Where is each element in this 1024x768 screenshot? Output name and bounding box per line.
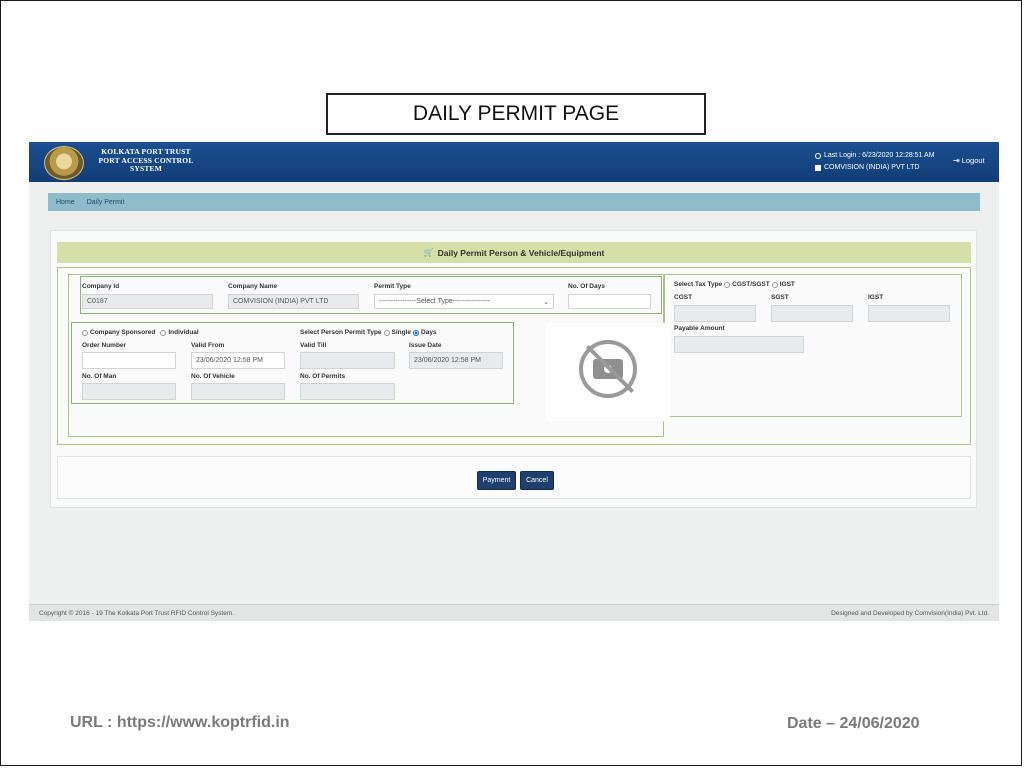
last-login-row: Last Login : 6/23/2020 12:28:51 AM — [815, 150, 935, 162]
igst-option-label: IGST — [779, 281, 795, 288]
cgst-label: CGST — [674, 294, 693, 301]
person-permit-type-label: Select Person Permit Type — [300, 329, 382, 336]
permit-type-select[interactable]: ----------------Select Type-------------… — [374, 294, 554, 309]
days-radio[interactable] — [413, 329, 420, 336]
logout-link[interactable]: ⇥ Logout — [953, 156, 985, 165]
no-of-vehicle-label: No. Of Vehicle — [191, 373, 235, 380]
payable-amount-label: Payable Amount — [674, 325, 725, 332]
igst-radio[interactable] — [771, 281, 778, 288]
tax-type-label: Select Tax Type — [674, 281, 723, 288]
igst-label: IGST — [868, 294, 884, 301]
logout-label: Logout — [961, 156, 985, 165]
no-of-days-field[interactable] — [568, 294, 651, 309]
panel-title: Daily Permit Person & Vehicle/Equipment — [437, 247, 605, 258]
no-of-permits-field[interactable] — [300, 383, 395, 400]
slide-date: Date – 24/06/2020 — [787, 715, 920, 732]
chevron-down-icon: ⌄ — [543, 298, 549, 306]
footer-copyright: Copyright © 2016 - 19 The Kolkata Port T… — [39, 609, 235, 617]
company-text: COMVISION (INDIA) PVT LTD — [824, 164, 920, 171]
no-of-man-field[interactable] — [82, 383, 176, 400]
person-permit-type-group: Select Person Permit Type Single Days — [300, 329, 437, 336]
building-icon — [815, 165, 821, 171]
clock-icon — [815, 153, 821, 159]
cgst-sgst-radio[interactable] — [724, 281, 731, 288]
no-of-vehicle-field[interactable] — [191, 383, 285, 400]
app-footer: Copyright © 2016 - 19 The Kolkata Port T… — [29, 604, 999, 621]
app-screenshot: KOLKATA PORT TRUST PORT ACCESS CONTROL S… — [29, 142, 999, 621]
no-of-permits-label: No. Of Permits — [300, 373, 346, 380]
single-label: Single — [391, 329, 412, 336]
slide-url: URL : https://www.koptrfid.in — [70, 714, 290, 731]
permit-type-value: ----------------Select Type-------------… — [379, 298, 491, 305]
cgst-field[interactable] — [674, 305, 756, 322]
tax-type-group: Select Tax Type CGST/SGST IGST — [674, 281, 795, 288]
payment-button[interactable]: Payment — [477, 471, 516, 490]
individual-radio[interactable] — [160, 329, 167, 336]
footer-credit: Designed and Developed by Comvision(Indi… — [831, 609, 989, 617]
port-trust-logo-icon — [44, 146, 84, 180]
days-label: Days — [421, 329, 437, 336]
breadcrumb: Home Daily Permit — [48, 193, 980, 211]
single-radio[interactable] — [383, 329, 390, 336]
igst-field[interactable] — [868, 305, 950, 322]
company-name-field[interactable]: COMVISION (INDIA) PVT LTD — [228, 294, 359, 309]
app-logo-text: KOLKATA PORT TRUST PORT ACCESS CONTROL S… — [86, 147, 206, 174]
individual-label: Individual — [168, 329, 199, 336]
sgst-field[interactable] — [771, 305, 853, 322]
app-header: KOLKATA PORT TRUST PORT ACCESS CONTROL S… — [29, 142, 999, 182]
cgst-sgst-label: CGST/SGST — [732, 281, 770, 288]
no-of-days-label: No. Of Days — [568, 283, 605, 290]
valid-till-label: Valid Till — [300, 342, 327, 349]
valid-from-label: Valid From — [191, 342, 225, 349]
company-id-field[interactable]: C0187 — [82, 294, 213, 309]
breadcrumb-current: Daily Permit — [86, 198, 125, 206]
no-of-man-label: No. Of Man — [82, 373, 117, 380]
company-row: COMVISION (INDIA) PVT LTD — [815, 162, 935, 174]
payable-amount-field[interactable] — [674, 336, 804, 353]
logo-line-3: SYSTEM — [129, 164, 163, 173]
company-name-label: Company Name — [228, 283, 278, 290]
permit-type-label: Permit Type — [374, 283, 411, 290]
breadcrumb-home[interactable]: Home — [56, 199, 75, 206]
user-info: Last Login : 6/23/2020 12:28:51 AM COMVI… — [815, 150, 935, 174]
permit-panel: 🛒 Daily Permit Person & Vehicle/Equipmen… — [50, 230, 977, 508]
cart-icon: 🛒 — [423, 248, 434, 257]
order-number-field[interactable] — [82, 352, 176, 369]
sponsor-radio-group: Company Sponsored Individual — [82, 329, 199, 336]
photo-placeholder[interactable] — [546, 323, 670, 421]
cancel-button[interactable]: Cancel — [520, 471, 554, 490]
company-sponsored-radio[interactable] — [82, 329, 88, 336]
company-sponsored-label: Company Sponsored — [90, 329, 156, 336]
valid-till-field[interactable] — [300, 352, 395, 369]
panel-header: 🛒 Daily Permit Person & Vehicle/Equipmen… — [57, 242, 971, 263]
valid-from-field[interactable]: 23/06/2020 12:58 PM — [191, 352, 285, 369]
issue-date-label: Issue Date — [409, 342, 442, 349]
logout-icon: ⇥ — [953, 156, 960, 165]
company-id-label: Company Id — [82, 283, 120, 290]
order-number-label: Order Number — [82, 342, 127, 349]
slide-title: DAILY PERMIT PAGE — [326, 93, 706, 135]
action-bar: Payment Cancel — [57, 456, 971, 499]
issue-date-field[interactable]: 23/06/2020 12:58 PM — [409, 352, 503, 369]
sgst-label: SGST — [771, 294, 789, 301]
last-login-text: Last Login : 6/23/2020 12:28:51 AM — [824, 152, 935, 159]
